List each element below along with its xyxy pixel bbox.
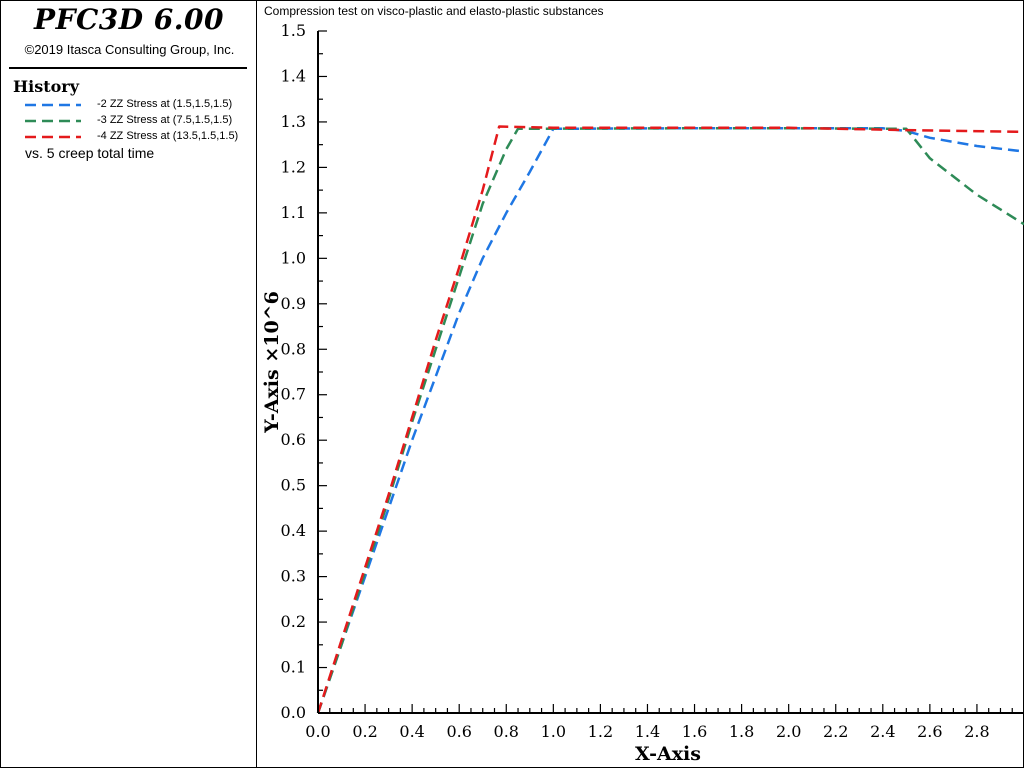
y-tick-label: 0.6 bbox=[281, 430, 306, 449]
x-axis-title: X-Axis bbox=[635, 743, 701, 765]
y-tick-label: 0.5 bbox=[281, 476, 306, 495]
history-vs-label: vs. 5 creep total time bbox=[25, 145, 155, 161]
x-tick-label: 2.6 bbox=[917, 722, 942, 741]
legend-label: -3 ZZ Stress at (7.5,1.5,1.5) bbox=[97, 114, 233, 126]
legend-label: -2 ZZ Stress at (1.5,1.5,1.5) bbox=[97, 98, 233, 110]
copyright-text: ©2019 Itasca Consulting Group, Inc. bbox=[24, 42, 235, 57]
x-tick-label: 1.8 bbox=[729, 722, 754, 741]
legend-swatch bbox=[25, 103, 81, 107]
y-tick-label: 0.8 bbox=[281, 339, 306, 358]
y-axis-title: Y-Axis ×10^6 bbox=[261, 291, 283, 434]
divider bbox=[9, 67, 247, 69]
x-tick-label: 1.6 bbox=[682, 722, 707, 741]
x-tick-label: 0.2 bbox=[352, 722, 377, 741]
y-tick-label: 0.0 bbox=[281, 703, 306, 722]
legend-swatch bbox=[25, 135, 81, 139]
y-tick-label: 1.3 bbox=[281, 112, 306, 131]
y-tick-label: 1.5 bbox=[281, 21, 306, 40]
y-tick-label: 0.2 bbox=[281, 612, 306, 631]
legend-panel: PFC3D 6.00 ©2019 Itasca Consulting Group… bbox=[0, 0, 257, 768]
y-tick-label: 0.9 bbox=[281, 294, 306, 313]
y-tick-label: 0.3 bbox=[281, 567, 306, 586]
x-tick-label: 1.2 bbox=[588, 722, 613, 741]
x-tick-label: 2.2 bbox=[823, 722, 848, 741]
x-tick-label: 0.4 bbox=[399, 722, 424, 741]
legend-item: -4 ZZ Stress at (13.5,1.5,1.5) bbox=[23, 129, 255, 145]
legend-item: -2 ZZ Stress at (1.5,1.5,1.5) bbox=[23, 97, 255, 113]
x-tick-label: 0.0 bbox=[305, 722, 330, 741]
legend-item: -3 ZZ Stress at (7.5,1.5,1.5) bbox=[23, 113, 255, 129]
series-line-3 bbox=[316, 127, 1024, 714]
y-tick-label: 0.4 bbox=[281, 521, 306, 540]
x-tick-label: 2.0 bbox=[776, 722, 801, 741]
series-line-2 bbox=[316, 127, 1024, 714]
legend-label: -4 ZZ Stress at (13.5,1.5,1.5) bbox=[97, 130, 239, 142]
history-heading: History bbox=[13, 77, 79, 96]
x-tick-label: 2.4 bbox=[870, 722, 895, 741]
x-tick-label: 1.0 bbox=[541, 722, 566, 741]
legend-list: -2 ZZ Stress at (1.5,1.5,1.5) -3 ZZ Stres… bbox=[23, 97, 255, 145]
series-line-4 bbox=[316, 125, 1024, 714]
y-tick-label: 1.0 bbox=[281, 248, 306, 267]
x-tick-label: 0.8 bbox=[494, 722, 519, 741]
plot-area: 0.0 0.1 0.2 0.3 0.4 0.5 0.6 0.7 0.8 0.9 1.0 1.1 1.2 1… bbox=[261, 21, 1024, 765]
x-tick-label: 1.4 bbox=[635, 722, 660, 741]
y-tick-label: 0.7 bbox=[281, 385, 306, 404]
legend-swatch bbox=[25, 119, 81, 123]
y-tick-label: 1.2 bbox=[281, 157, 306, 176]
x-tick-label: 2.8 bbox=[964, 722, 989, 741]
x-tick-label: 0.6 bbox=[446, 722, 471, 741]
series-layer bbox=[316, 125, 1024, 714]
y-tick-label: 0.1 bbox=[281, 658, 306, 677]
y-tick-label: 1.4 bbox=[281, 66, 306, 85]
y-tick-label: 1.1 bbox=[281, 203, 306, 222]
app-title: PFC3D 6.00 bbox=[34, 3, 224, 36]
